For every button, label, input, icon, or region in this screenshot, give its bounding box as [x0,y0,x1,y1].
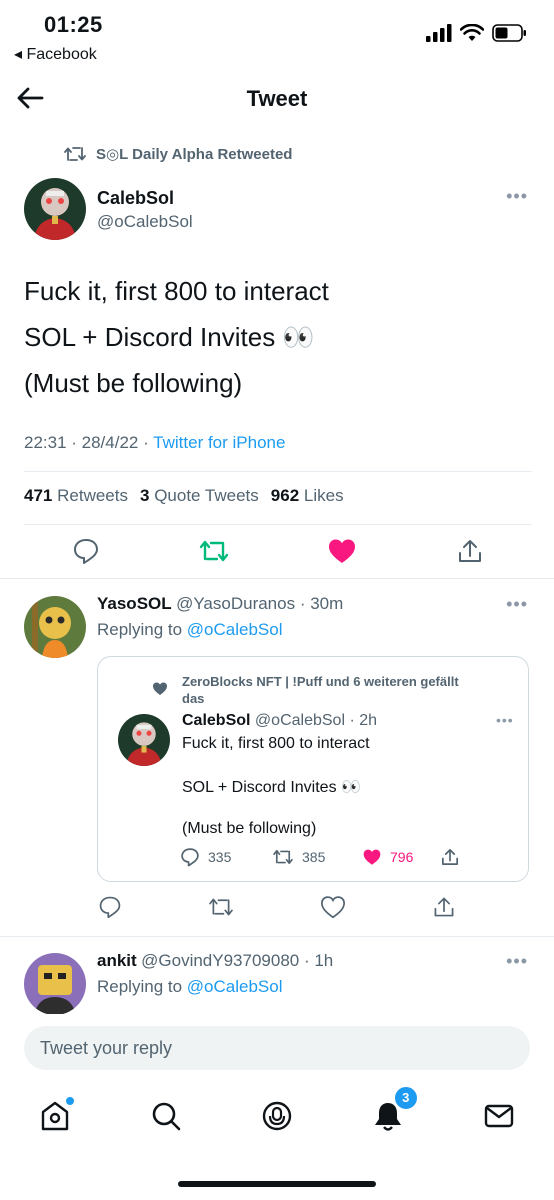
tweet-text: Fuck it, first 800 to interact SOL + Dis… [24,268,329,406]
tweet-source-link[interactable]: Twitter for iPhone [153,433,285,452]
replying-to-prefix: Replying to [97,977,187,996]
retweet-icon[interactable] [199,538,229,564]
likes-label: Likes [303,486,344,505]
replying-to-prefix: Replying to [97,620,187,639]
share-icon[interactable] [456,537,484,565]
share-icon[interactable] [432,895,456,919]
quote-likes-count: 796 [390,849,414,865]
author-avatar[interactable] [24,178,86,240]
quote-actions: 335 385 796 [180,847,460,867]
tweet-text-line: SOL + Discord Invites 👀 [24,322,315,352]
more-options-icon[interactable]: ••• [506,186,528,207]
retweets-label: Retweets [57,486,128,505]
reply-author-name[interactable]: ankit [97,951,137,970]
reply-author-handle[interactable]: @GovindY93709080 · 1h [141,951,333,970]
search-icon[interactable] [149,1099,183,1133]
divider [0,578,554,579]
status-icons [426,24,528,42]
wifi-icon [460,24,484,41]
quote-avatar [118,714,170,766]
new-content-dot [66,1097,75,1105]
reply-actions [98,894,456,920]
quotes-count: 3 [139,486,150,505]
reply-header: YasoSOL @YasoDuranos · 30m [97,594,343,614]
quote-retweets-count: 385 [302,849,326,865]
quote-author-handle: @oCalebSol · 2h [254,712,378,729]
spaces-icon[interactable] [260,1099,294,1133]
reply-item: ankit @GovindY93709080 · 1h ••• Replying… [0,937,554,1014]
tweet-text-line: Fuck it, first 800 to interact [24,276,329,306]
likes-stat[interactable]: 962 Likes [271,486,344,506]
retweets-count: 471 [24,486,53,505]
heart-icon [153,682,167,695]
reply-input[interactable]: Tweet your reply [24,1026,530,1070]
reply-author-handle[interactable]: @YasoDuranos · 30m [176,594,343,613]
reply-avatar[interactable] [24,596,86,658]
quote-text-line: (Must be following) [182,820,317,837]
cellular-signal-icon [426,24,452,42]
likes-count: 962 [270,486,300,505]
reply-avatar[interactable] [24,953,86,1014]
quote-replies-count: 335 [208,849,232,865]
like-icon[interactable] [320,895,346,919]
notifications-badge: 3 [392,1085,419,1111]
quote-tweets-stat[interactable]: 3 Quote Tweets [140,486,259,506]
quotes-label: Quote Tweets [154,486,259,505]
quote-text-line: Fuck it, first 800 to interact [182,735,370,752]
replying-to: Replying to @oCalebSol [97,620,282,640]
tweet-text-line: (Must be following) [24,368,243,398]
reply-icon[interactable] [98,895,122,919]
like-icon[interactable] [362,848,382,866]
replying-to: Replying to @oCalebSol [97,977,282,997]
liked-by-text: ZeroBlocks NFT | !Puff und 6 weiteren ge… [182,674,459,706]
more-options-icon[interactable]: ••• [506,951,528,972]
quote-author: CalebSol @oCalebSol · 2h [182,712,377,730]
replying-to-link[interactable]: @oCalebSol [187,620,283,639]
tweet-time: 22:31 · 28/4/22 · [24,433,154,452]
retweet-icon[interactable] [208,896,234,918]
tweet-actions [72,536,484,566]
share-icon[interactable] [440,847,460,867]
author-handle[interactable]: @oCalebSol [97,212,193,232]
tweet-stats: 471 Retweets 3 Quote Tweets 962 Likes [24,486,344,506]
nav-notifications[interactable]: 3 [371,1085,419,1133]
messages-icon[interactable] [482,1099,516,1133]
replying-to-link[interactable]: @oCalebSol [187,977,283,996]
status-time: 01:25 [44,12,103,37]
bottom-nav: 3 [0,1085,554,1146]
divider [24,524,532,525]
tweet-timestamp: 22:31 · 28/4/22 · Twitter for iPhone [24,433,285,453]
retweet-icon [64,147,86,161]
quote-text-line: SOL + Discord Invites 👀 [182,779,361,796]
like-icon[interactable] [327,537,357,565]
retweet-icon[interactable] [272,848,294,866]
reply-icon[interactable] [72,537,100,565]
battery-icon [492,24,526,42]
author-name[interactable]: CalebSol [97,188,174,209]
retweet-context[interactable]: S◎L Daily Alpha Retweeted [64,145,292,163]
more-options-icon[interactable]: ••• [506,594,528,615]
home-indicator [178,1181,376,1187]
divider [24,471,532,472]
quote-author-name: CalebSol [182,712,251,729]
reply-header: ankit @GovindY93709080 · 1h [97,951,333,971]
retweet-context-label: S◎L Daily Alpha Retweeted [96,146,293,163]
quoted-tweet-card[interactable]: ZeroBlocks NFT | !Puff und 6 weiteren ge… [97,656,529,882]
nav-home[interactable] [38,1097,75,1133]
retweets-stat[interactable]: 471 Retweets [24,486,128,506]
back-to-facebook-link[interactable]: ◂ Facebook [14,44,97,64]
page-title: Tweet [246,86,308,111]
more-options-icon[interactable]: ••• [496,712,514,728]
reply-author-name[interactable]: YasoSOL [97,594,172,613]
reply-icon[interactable] [180,847,200,867]
